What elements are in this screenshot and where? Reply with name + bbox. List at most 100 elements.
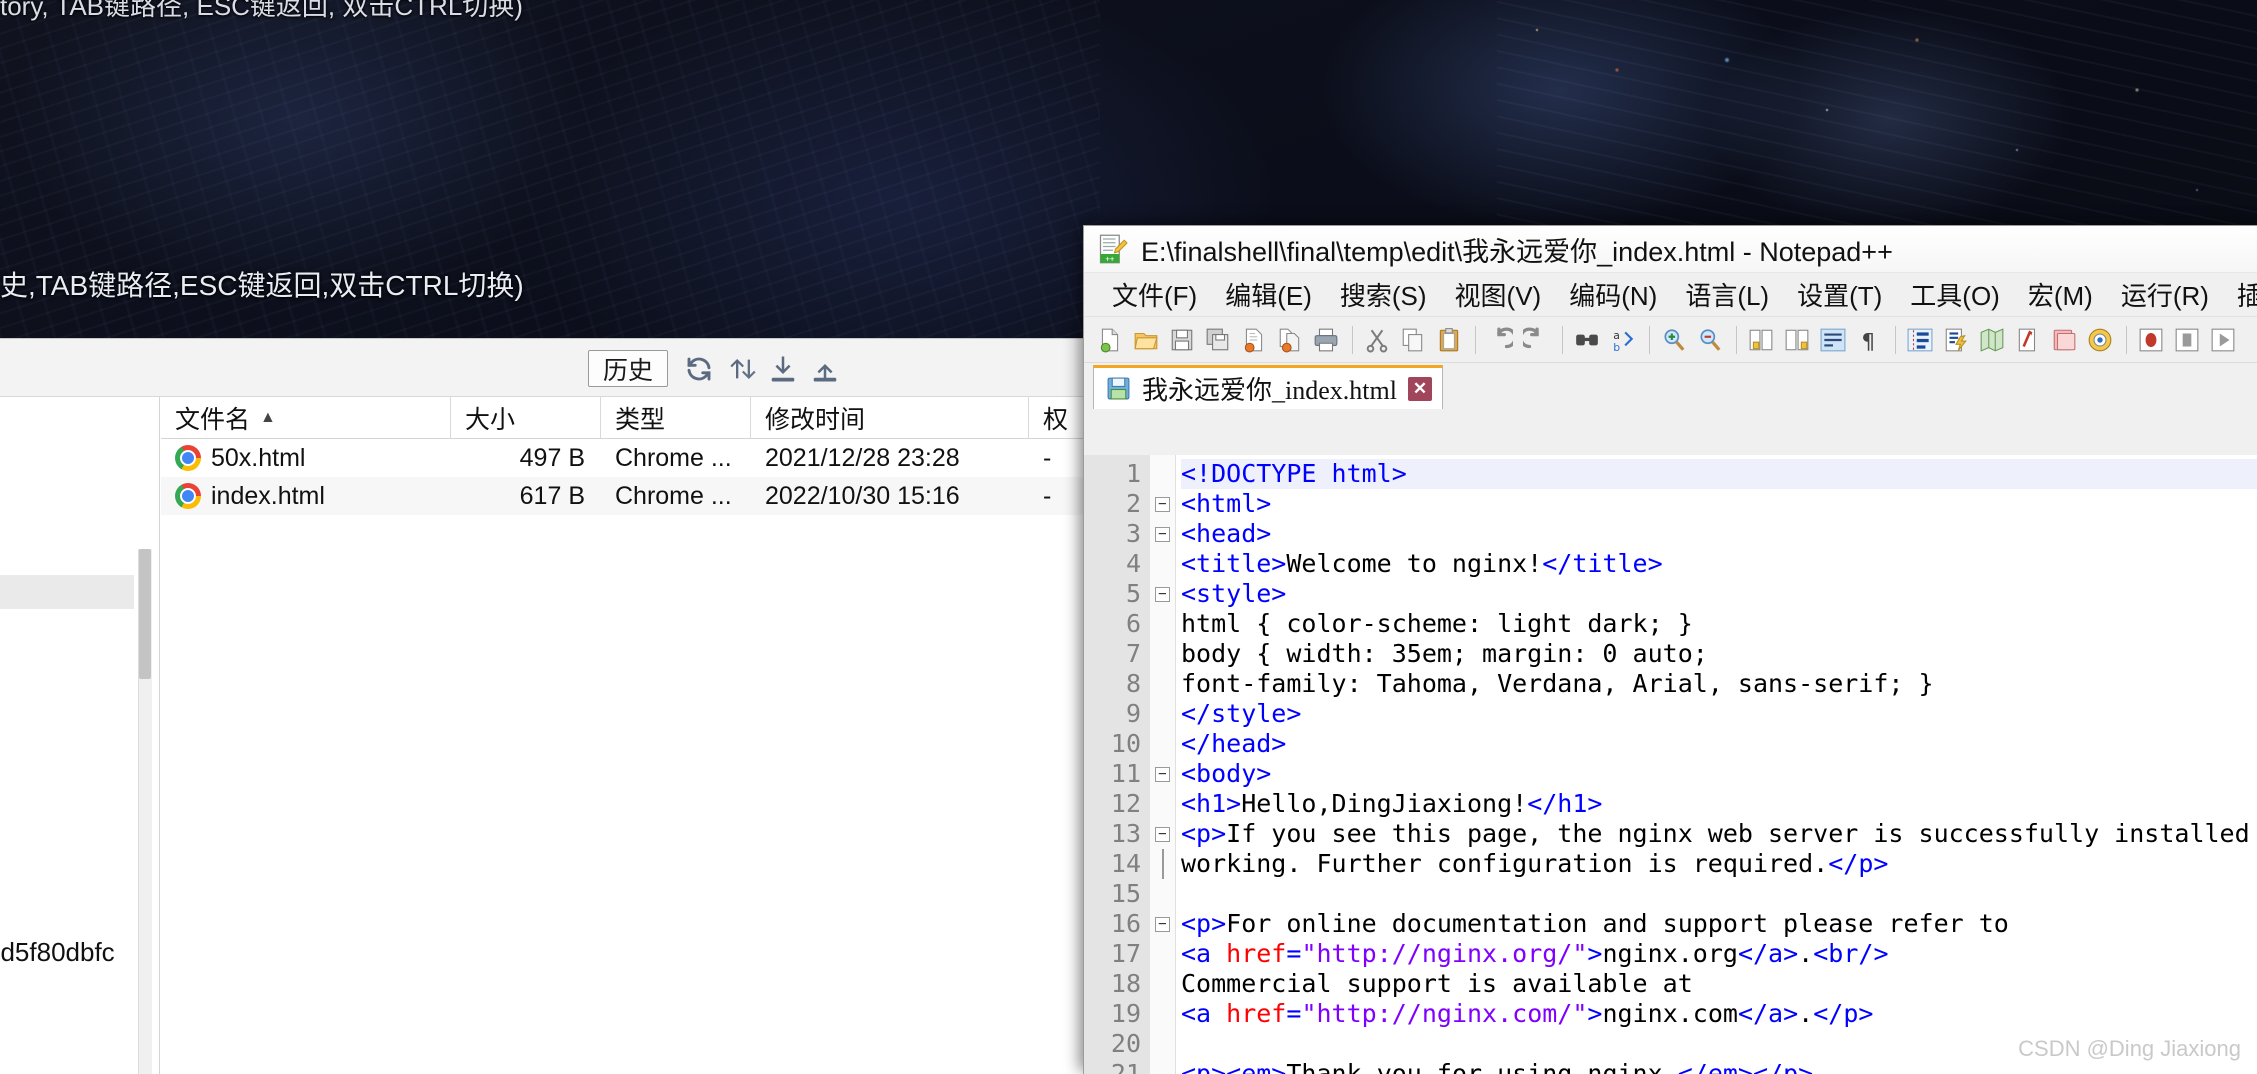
code-line[interactable]: body { width: 35em; margin: 0 auto;: [1181, 639, 2257, 669]
replace-icon[interactable]: ab: [1606, 323, 1640, 357]
close-tab-icon[interactable]: ✕: [1407, 376, 1432, 401]
cut-icon[interactable]: [1360, 323, 1394, 357]
code-line[interactable]: working. Further configuration is requir…: [1181, 849, 2257, 879]
code-text-area[interactable]: <!DOCTYPE html> <html> <head> <title>Welcom…: [1176, 455, 2257, 1074]
fold-marker[interactable]: −: [1150, 489, 1175, 519]
fold-marker[interactable]: −: [1150, 579, 1175, 609]
upload-icon[interactable]: [808, 353, 842, 385]
column-header-filename[interactable]: 文件名 ▲: [161, 396, 451, 439]
code-line[interactable]: </head>: [1181, 729, 2257, 759]
file-list-table[interactable]: 文件名 ▲ 大小 类型 修改时间 权 50x.html 497 B Chrome…: [161, 396, 1090, 1074]
editor-tab[interactable]: 我永远爱你_index.html ✕: [1093, 365, 1443, 409]
open-file-icon[interactable]: [1129, 323, 1163, 357]
code-token: working. Further configuration is requir…: [1181, 849, 1829, 878]
transfer-icon[interactable]: [726, 353, 760, 385]
notepadpp-title-bar[interactable]: ++ E:\finalshell\final\temp\edit\我永远爱你_i…: [1084, 226, 2257, 273]
code-line[interactable]: <p>If you see this page, the nginx web s…: [1181, 819, 2257, 849]
code-line[interactable]: font-family: Tahoma, Verdana, Arial, san…: [1181, 669, 2257, 699]
print-icon[interactable]: [1309, 323, 1343, 357]
word-wrap-icon[interactable]: [1816, 323, 1850, 357]
indent-guide-icon[interactable]: [1903, 323, 1937, 357]
record-macro-icon[interactable]: [2134, 323, 2168, 357]
menu-plugins[interactable]: 插件(P: [2223, 272, 2257, 317]
udl-icon[interactable]: [1939, 323, 1973, 357]
line-number: 15: [1110, 879, 1141, 908]
column-header-permission[interactable]: 权: [1029, 397, 1089, 439]
show-all-chars-icon[interactable]: ¶: [1852, 323, 1886, 357]
line-number: 19: [1110, 999, 1141, 1028]
doc-list-icon[interactable]: [2011, 323, 2045, 357]
code-line[interactable]: [1181, 879, 2257, 909]
sync-h-icon[interactable]: [1780, 323, 1814, 357]
table-row[interactable]: 50x.html 497 B Chrome ... 2021/12/28 23:…: [161, 439, 1090, 477]
close-all-icon[interactable]: [1273, 323, 1307, 357]
redo-icon[interactable]: [1519, 323, 1553, 357]
menu-file[interactable]: 文件(F): [1098, 272, 1211, 317]
code-token: For online documentation and support ple…: [1226, 909, 2009, 938]
menu-view[interactable]: 视图(V): [1441, 272, 1556, 317]
code-line[interactable]: <p>For online documentation and support …: [1181, 909, 2257, 939]
code-folding-margin[interactable]: − − − − − −: [1150, 455, 1176, 1074]
fold-marker[interactable]: −: [1150, 819, 1175, 849]
code-line[interactable]: <html>: [1181, 489, 2257, 519]
line-number: 7: [1125, 639, 1141, 668]
code-line[interactable]: <body>: [1181, 759, 2257, 789]
code-line[interactable]: <a href="http://nginx.com/">nginx.com</a…: [1181, 999, 2257, 1029]
fold-empty: [1150, 609, 1175, 639]
code-line[interactable]: </style>: [1181, 699, 2257, 729]
zoom-out-icon[interactable]: [1693, 323, 1727, 357]
save-all-icon[interactable]: [1201, 323, 1235, 357]
refresh-icon[interactable]: [682, 353, 716, 385]
menu-run[interactable]: 运行(R): [2107, 272, 2223, 317]
menu-search[interactable]: 搜索(S): [1326, 272, 1441, 317]
code-token: <html>: [1181, 489, 1272, 518]
zoom-in-icon[interactable]: [1657, 323, 1691, 357]
fold-marker[interactable]: −: [1150, 909, 1175, 939]
column-header-size[interactable]: 大小: [451, 396, 601, 439]
menu-settings[interactable]: 设置(T): [1783, 272, 1896, 317]
code-line[interactable]: Commercial support is available at: [1181, 969, 2257, 999]
column-header-modified[interactable]: 修改时间: [751, 396, 1029, 439]
new-file-icon[interactable]: [1093, 323, 1127, 357]
fold-marker[interactable]: [1150, 849, 1175, 879]
code-editor[interactable]: 1234567891011121314151617181920212223 −−…: [1084, 455, 2257, 1074]
menu-encoding[interactable]: 编码(N): [1555, 272, 1671, 317]
fold-marker[interactable]: −: [1150, 519, 1175, 549]
code-line[interactable]: html { color-scheme: light dark; }: [1181, 609, 2257, 639]
save-icon[interactable]: [1165, 323, 1199, 357]
code-token: </h1>: [1527, 789, 1603, 818]
menu-language[interactable]: 语言(L): [1671, 272, 1783, 317]
code-token: If you see this page, the nginx web serv…: [1226, 819, 2250, 848]
download-icon[interactable]: [766, 353, 800, 385]
tree-scrollbar-thumb[interactable]: [139, 549, 151, 679]
file-manager-tree-column[interactable]: [0, 397, 160, 1074]
menu-macro[interactable]: 宏(M): [2014, 272, 2107, 317]
sync-v-icon[interactable]: [1744, 323, 1778, 357]
menu-tools[interactable]: 工具(O): [1896, 272, 2014, 317]
playback-macro-icon[interactable]: [2206, 323, 2240, 357]
code-line[interactable]: <head>: [1181, 519, 2257, 549]
undo-icon[interactable]: [1483, 323, 1517, 357]
monitor-icon[interactable]: [2083, 323, 2117, 357]
stop-macro-icon[interactable]: [2170, 323, 2204, 357]
menu-edit[interactable]: 编辑(E): [1211, 272, 1326, 317]
tree-selected-row[interactable]: [0, 575, 134, 609]
code-line[interactable]: <title>Welcome to nginx!</title>: [1181, 549, 2257, 579]
column-header-type[interactable]: 类型: [601, 396, 751, 439]
code-token: =: [1286, 999, 1302, 1028]
fold-marker[interactable]: −: [1150, 759, 1175, 789]
code-line[interactable]: <!DOCTYPE html>: [1181, 459, 2257, 489]
history-button[interactable]: 历史: [588, 350, 669, 387]
table-row[interactable]: index.html 617 B Chrome ... 2022/10/30 1…: [161, 477, 1090, 515]
doc-map-icon[interactable]: [1975, 323, 2009, 357]
find-icon[interactable]: [1570, 323, 1604, 357]
close-icon[interactable]: [1237, 323, 1271, 357]
code-line[interactable]: <h1>Hello,DingJiaxiong!</h1>: [1181, 789, 2257, 819]
fold-empty: [1150, 879, 1175, 909]
file-name-cell: index.html: [161, 477, 451, 515]
paste-icon[interactable]: [1432, 323, 1466, 357]
code-line[interactable]: <a href="http://nginx.org/">nginx.org</a…: [1181, 939, 2257, 969]
code-line[interactable]: <style>: [1181, 579, 2257, 609]
function-list-icon[interactable]: [2047, 323, 2081, 357]
copy-icon[interactable]: [1396, 323, 1430, 357]
